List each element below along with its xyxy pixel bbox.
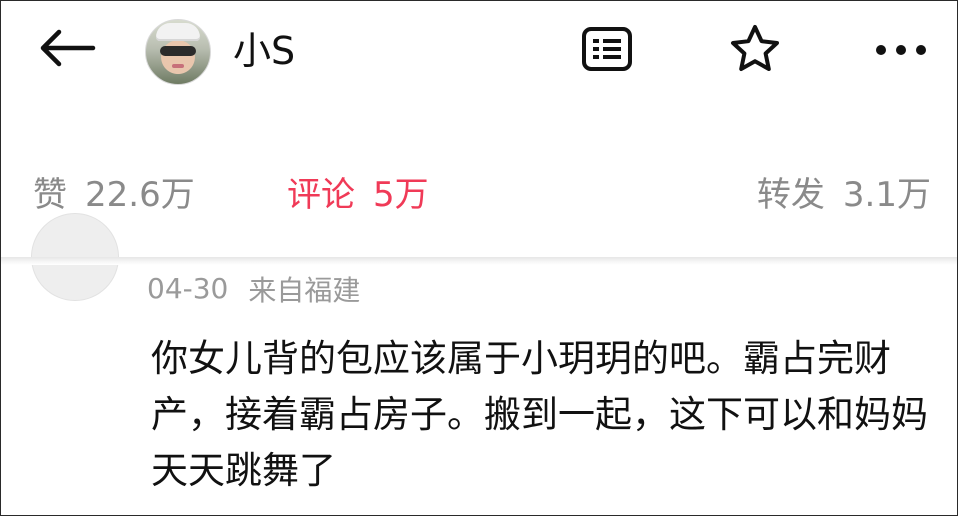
stats-bar: 赞 22.6万 评论 5万 转发 3.1万 — [1, 167, 957, 223]
comment-location: 来自福建 — [248, 274, 361, 307]
comments-label: 评论 — [287, 175, 355, 215]
app-frame: 小S 赞 22.6万 评论 5万 转发 3.1万 04-30 来自福建 你女儿背… — [0, 0, 958, 516]
avatar-glasses — [160, 46, 196, 56]
avatar-hat — [156, 23, 200, 41]
top-bar: 小S — [1, 1, 957, 111]
section-divider — [1, 257, 957, 265]
likes-count: 22.6万 — [85, 175, 195, 215]
comments-tab[interactable]: 评论 5万 — [287, 167, 429, 223]
user-name[interactable]: 小S — [233, 29, 295, 73]
comment-text: 你女儿背的包应该属于小玥玥的吧。霸占完财产，接着霸占房子。搬到一起，这下可以和妈… — [151, 337, 928, 492]
more-button[interactable] — [873, 23, 929, 79]
reposts-count: 3.1万 — [842, 175, 931, 215]
list-icon — [581, 26, 633, 76]
user-avatar[interactable] — [145, 19, 211, 85]
likes-tab[interactable]: 赞 22.6万 — [33, 167, 195, 223]
comments-count: 5万 — [373, 175, 429, 215]
more-dots-icon — [874, 42, 928, 61]
reposts-label: 转发 — [756, 175, 825, 215]
comment-meta: 04-30 来自福建 — [147, 265, 360, 313]
star-icon — [728, 23, 782, 79]
back-arrow-icon — [37, 26, 97, 74]
back-button[interactable] — [31, 19, 103, 81]
avatar-mouth — [172, 64, 184, 68]
likes-label: 赞 — [33, 175, 67, 215]
favorite-button[interactable] — [727, 23, 783, 79]
reposts-tab[interactable]: 转发 3.1万 — [757, 167, 931, 223]
comment-date: 04-30 — [147, 272, 229, 305]
menu-button[interactable] — [579, 23, 635, 79]
